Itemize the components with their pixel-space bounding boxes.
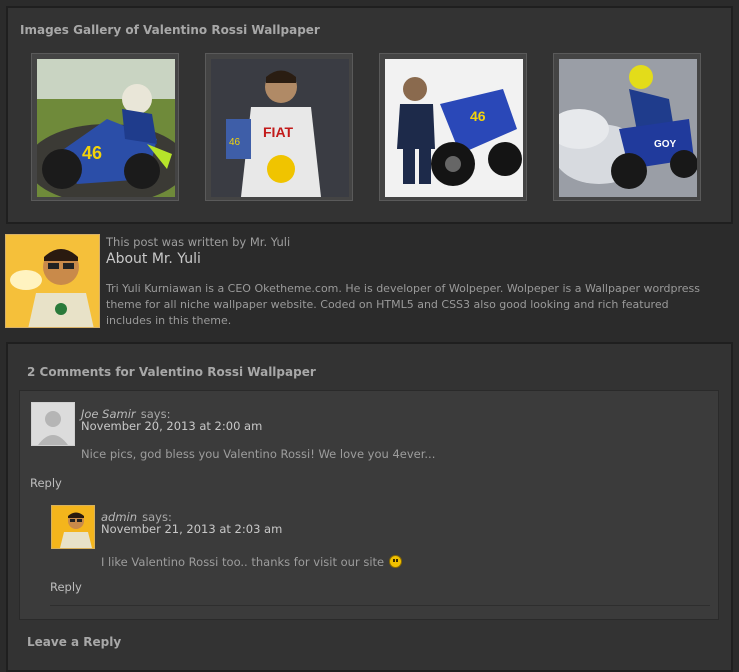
author-heading: About Mr. Yuli	[106, 251, 201, 267]
gallery-panel: Images Gallery of Valentino Rossi Wallpa…	[6, 6, 733, 224]
comment-avatar	[51, 505, 95, 549]
svg-text:FIAT: FIAT	[263, 124, 294, 140]
comment-text-row: I like Valentino Rossi too.. thanks for …	[101, 551, 403, 570]
svg-text:46: 46	[229, 137, 241, 148]
comment-text: I like Valentino Rossi too.. thanks for …	[101, 555, 385, 569]
comment-date[interactable]: November 21, 2013 at 2:03 am	[101, 522, 282, 536]
thumbnail-image-2: FIAT 46	[211, 59, 349, 197]
gallery-thumbnail-4[interactable]: GOY	[553, 53, 701, 201]
thumbnail-image-4: GOY	[559, 59, 697, 197]
comment-text: Nice pics, god bless you Valentino Rossi…	[81, 447, 436, 461]
admin-avatar-image	[52, 506, 94, 548]
divider	[50, 605, 710, 606]
comments-panel: 2 Comments for Valentino Rossi Wallpaper…	[6, 342, 733, 672]
svg-text:46: 46	[470, 108, 486, 124]
comment-date[interactable]: November 20, 2013 at 2:00 am	[81, 419, 262, 433]
author-avatar-image	[6, 235, 99, 327]
svg-text:46: 46	[82, 143, 102, 163]
thumbnail-image-1: 46	[37, 59, 175, 197]
author-bio: Tri Yuli Kurniawan is a CEO Oketheme.com…	[106, 282, 701, 327]
gallery-thumbnail-1[interactable]: 46	[31, 53, 179, 201]
smiley-icon	[389, 555, 403, 568]
reply-link[interactable]: Reply	[30, 476, 62, 490]
author-box: This post was written by Mr. Yuli About …	[5, 234, 735, 330]
leave-reply-heading: Leave a Reply	[27, 635, 122, 649]
thumbnail-image-3: 46	[385, 59, 523, 197]
gallery-thumbnail-2[interactable]: FIAT 46	[205, 53, 353, 201]
svg-text:GOY: GOY	[654, 139, 677, 150]
author-written-by: This post was written by Mr. Yuli	[106, 235, 291, 249]
comment-list: Joe Samir says: November 20, 2013 at 2:0…	[19, 390, 719, 620]
gallery-title: Images Gallery of Valentino Rossi Wallpa…	[20, 23, 320, 37]
gallery-thumbnail-3[interactable]: 46	[379, 53, 527, 201]
comments-title: 2 Comments for Valentino Rossi Wallpaper	[27, 365, 316, 379]
default-avatar-icon	[32, 403, 74, 445]
comment-avatar	[31, 402, 75, 446]
author-avatar[interactable]	[5, 234, 100, 328]
reply-link[interactable]: Reply	[50, 580, 82, 594]
